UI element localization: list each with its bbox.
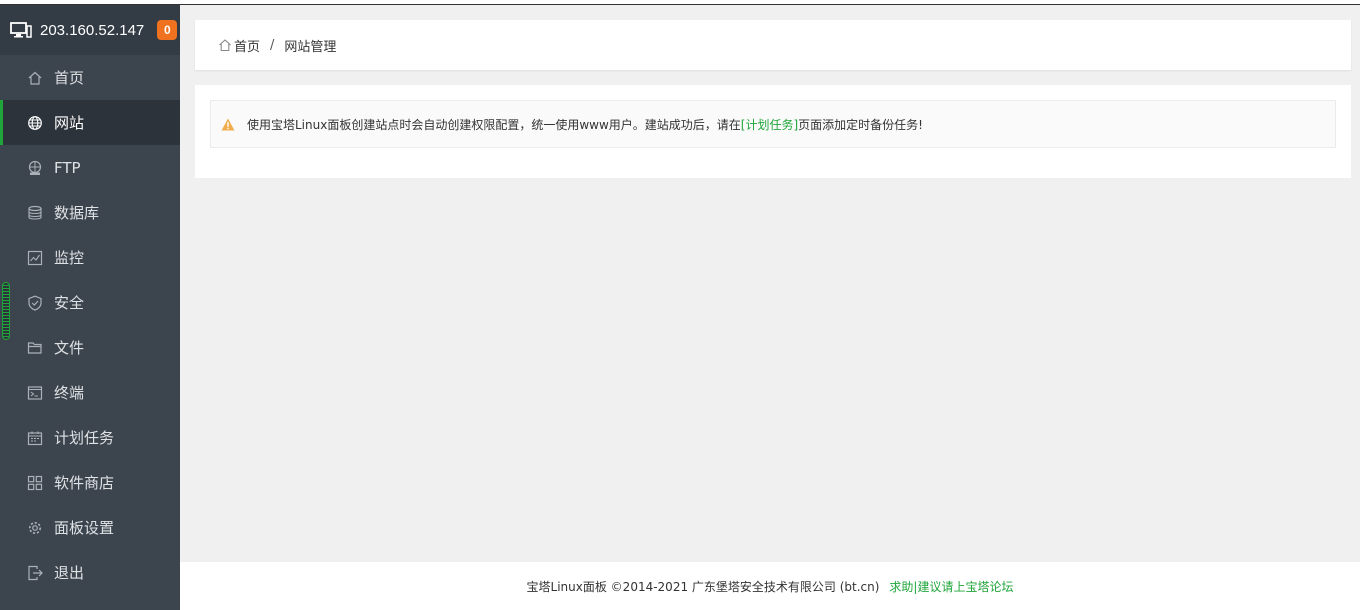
sidebar-item-logout[interactable]: 退出	[0, 550, 180, 595]
notice-bar: 使用宝塔Linux面板创建站点时会自动创建权限配置，统一使用www用户。建站成功…	[210, 100, 1336, 148]
notice-text: 使用宝塔Linux面板创建站点时会自动创建权限配置，统一使用www用户。建站成功…	[247, 117, 741, 132]
sidebar-item-settings[interactable]: 面板设置	[0, 505, 180, 550]
sidebar-item-label: 监控	[54, 249, 85, 267]
footer-copyright: 宝塔Linux面板 ©2014-2021 广东堡塔安全技术有限公司 (bt.cn…	[526, 579, 880, 594]
globe-icon	[27, 115, 43, 131]
sidebar-item-store[interactable]: 软件商店	[0, 460, 180, 505]
content-panel: 使用宝塔Linux面板创建站点时会自动创建权限配置，统一使用www用户。建站成功…	[195, 85, 1351, 178]
cron-task-link[interactable]: [计划任务]	[741, 116, 798, 133]
footer: 宝塔Linux面板 ©2014-2021 广东堡塔安全技术有限公司 (bt.cn…	[180, 562, 1360, 610]
sidebar-item-label: 首页	[54, 69, 85, 87]
window-top-border	[0, 0, 1360, 5]
sidebar-item-cron[interactable]: 计划任务	[0, 415, 180, 460]
sidebar-item-home[interactable]: 首页	[0, 55, 180, 100]
notification-badge[interactable]: 0	[157, 20, 178, 40]
sidebar: 203.160.52.147 0 首页 网站 FTP 数据库 监控 安全 文件 …	[0, 5, 180, 610]
sidebar-resize-handle[interactable]	[2, 282, 10, 340]
sidebar-item-label: 文件	[54, 339, 85, 357]
home-icon	[27, 70, 43, 86]
sidebar-item-label: 面板设置	[54, 519, 115, 537]
breadcrumb-separator: /	[270, 37, 275, 53]
server-ip: 203.160.52.147	[40, 21, 145, 39]
sidebar-item-label: 终端	[54, 384, 85, 402]
warning-icon	[221, 118, 235, 130]
sidebar-item-security[interactable]: 安全	[0, 280, 180, 325]
breadcrumb-home-link[interactable]: 首页	[218, 36, 260, 55]
sidebar-item-label: 计划任务	[54, 429, 115, 447]
home-icon	[219, 39, 231, 52]
notice-text-tail: 页面添加定时备份任务!	[798, 117, 923, 132]
sidebar-item-ftp[interactable]: FTP	[0, 145, 180, 190]
database-icon	[27, 205, 43, 221]
monitor-chart-icon	[27, 250, 43, 266]
sidebar-item-label: 退出	[54, 564, 85, 582]
breadcrumb-current: 网站管理	[284, 39, 337, 55]
sidebar-item-label: 网站	[54, 114, 85, 132]
sidebar-item-monitor[interactable]: 监控	[0, 235, 180, 280]
sidebar-item-label: 软件商店	[54, 474, 115, 492]
sidebar-item-label: 数据库	[54, 204, 100, 222]
server-header: 203.160.52.147 0	[0, 5, 180, 55]
logout-icon	[27, 565, 43, 581]
forum-link[interactable]: 求助|建议请上宝塔论坛	[889, 578, 1013, 595]
sidebar-item-label: 安全	[54, 294, 85, 312]
gear-icon	[27, 520, 43, 536]
folder-icon	[27, 340, 43, 356]
terminal-icon	[27, 385, 43, 401]
monitor-icon	[10, 22, 32, 38]
grid-apps-icon	[27, 475, 43, 491]
breadcrumb: 首页 / 网站管理	[195, 20, 1351, 70]
sidebar-menu: 首页 网站 FTP 数据库 监控 安全 文件 终端 计划任务 软件商店 面板设置…	[0, 55, 180, 595]
shield-icon	[27, 295, 43, 311]
sidebar-item-label: FTP	[54, 158, 81, 177]
calendar-icon	[27, 430, 43, 446]
sidebar-item-files[interactable]: 文件	[0, 325, 180, 370]
ftp-icon	[27, 160, 43, 176]
sidebar-item-database[interactable]: 数据库	[0, 190, 180, 235]
sidebar-item-terminal[interactable]: 终端	[0, 370, 180, 415]
sidebar-item-website[interactable]: 网站	[0, 100, 180, 145]
breadcrumb-home-label: 首页	[234, 39, 261, 55]
